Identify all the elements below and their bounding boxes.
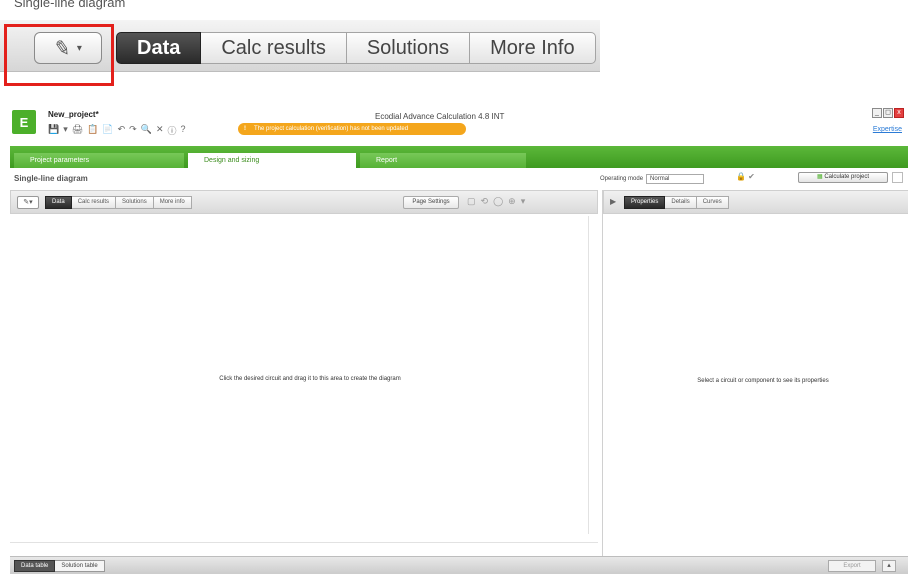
tab-calc-results-small[interactable]: Calc results	[71, 196, 117, 209]
properties-toolbar: ▶ Properties Details Curves	[603, 190, 908, 214]
calculate-project-button[interactable]: Calculate project	[798, 172, 888, 183]
tab-details[interactable]: Details	[665, 196, 697, 209]
diagram-toolbar: ✎▾ Data Calc results Solutions More info…	[10, 190, 598, 214]
restore-button[interactable]: ◻	[883, 108, 893, 118]
tab-report[interactable]: Report	[360, 153, 526, 168]
vertical-scrollbar[interactable]	[588, 216, 598, 534]
lock-icon[interactable]: 🔒 ✔	[736, 172, 755, 181]
bottom-bar: Data table Solution table Export ▴	[10, 556, 908, 574]
properties-content: Select a circuit or component to see its…	[603, 216, 908, 436]
tab-project-parameters[interactable]: Project parameters	[14, 153, 184, 168]
tab-curves[interactable]: Curves	[696, 196, 729, 209]
page-icon[interactable]: ▢	[467, 196, 476, 207]
properties-panel: ▶ Properties Details Curves Select a cir…	[602, 190, 908, 558]
app-window: E New_project* Ecodial Advance Calculati…	[10, 100, 908, 574]
tab-design-and-sizing[interactable]: Design and sizing	[188, 153, 356, 168]
tab-solutions[interactable]: Solutions	[346, 32, 471, 64]
save-dropdown-icon[interactable]: ▾	[63, 124, 68, 137]
main-tab-bar: Project parameters Design and sizing Rep…	[10, 146, 908, 168]
edit-mode-button-small[interactable]: ✎▾	[17, 196, 39, 209]
undo-icon[interactable]: ↶	[118, 124, 126, 137]
tab-properties[interactable]: Properties	[624, 196, 666, 209]
page-title: Single-line diagram	[14, 174, 88, 183]
save-icon[interactable]: 💾	[48, 124, 59, 137]
app-logo: E	[12, 110, 36, 134]
diagram-ribbon: Single-line diagram Operating mode Norma…	[10, 170, 908, 186]
diagram-hint: Click the desired circuit and drag it to…	[219, 376, 401, 382]
window-controls: _ ◻ x	[872, 108, 904, 118]
zoomed-toolbar: ✎ ▾ Data Calc results Solutions More Inf…	[0, 20, 600, 86]
properties-hint: Select a circuit or component to see its…	[697, 378, 829, 384]
diagram-canvas[interactable]: Click the desired circuit and drag it to…	[10, 216, 596, 542]
expertise-link[interactable]: Expertise	[873, 126, 902, 133]
diagram-panel: ✎▾ Data Calc results Solutions More info…	[10, 190, 598, 558]
zoomed-tab-group: Data Calc results Solutions More Info	[116, 32, 596, 64]
tab-data[interactable]: Data	[116, 32, 202, 64]
project-name: New_project*	[48, 110, 99, 119]
highlight-box	[4, 24, 114, 86]
minimize-button[interactable]: _	[872, 108, 882, 118]
operating-mode-label: Operating mode	[600, 176, 644, 182]
diagram-tabs: Data Calc results Solutions More info	[45, 196, 192, 209]
expand-arrow-icon[interactable]: ▶	[610, 197, 616, 206]
tab-solution-table[interactable]: Solution table	[55, 560, 105, 572]
app-title: Ecodial Advance Calculation 4.8 INT	[375, 112, 505, 121]
operating-mode-select[interactable]: Normal	[646, 174, 705, 184]
redo-icon[interactable]: ↷	[129, 124, 137, 137]
ribbon-option-button[interactable]	[892, 172, 903, 183]
paste-icon[interactable]: 📄	[102, 124, 113, 137]
tab-data-small[interactable]: Data	[45, 196, 72, 209]
collapse-icon[interactable]: ▴	[882, 560, 896, 572]
canvas-tools: ▢ ⟲ ◯ ⊕ ▾	[467, 196, 525, 207]
copy-icon[interactable]: 📋	[87, 124, 98, 137]
tab-solutions-small[interactable]: Solutions	[116, 196, 154, 209]
title-bar: E New_project* Ecodial Advance Calculati…	[10, 100, 908, 144]
close-button[interactable]: x	[894, 108, 904, 118]
rotate-icon[interactable]: ⟲	[481, 196, 489, 207]
zoom-dropdown-icon[interactable]: ▾	[521, 196, 526, 207]
quick-toolbar: 💾 ▾ 🖨 📋 📄 ↶ ↷ 🔍 ✕ ⓘ ?	[48, 124, 186, 137]
export-button[interactable]: Export	[828, 560, 876, 572]
tab-more-info[interactable]: More Info	[470, 32, 596, 64]
page-settings-button[interactable]: Page Settings	[403, 196, 459, 209]
info-icon[interactable]: ⓘ	[167, 124, 176, 137]
properties-tabs: Properties Details Curves	[624, 196, 729, 209]
tools-icon[interactable]: ✕	[156, 124, 164, 137]
zoom-icon[interactable]: ⊕	[508, 196, 516, 207]
calculation-warning-badge[interactable]: The project calculation (verification) h…	[238, 123, 466, 135]
tab-data-table[interactable]: Data table	[14, 560, 56, 572]
operating-mode: Operating mode Normal	[600, 174, 705, 184]
search-icon[interactable]: 🔍	[141, 124, 152, 137]
print-icon[interactable]: 🖨	[72, 124, 83, 137]
zoom-header-cut: Single-line diagram	[14, 0, 126, 10]
horizontal-scrollbar[interactable]	[10, 542, 598, 552]
bottom-tabs: Data table Solution table	[14, 560, 105, 572]
help-icon[interactable]: ?	[181, 124, 186, 137]
tab-calc-results[interactable]: Calc results	[201, 32, 347, 64]
pan-icon[interactable]: ◯	[493, 196, 503, 207]
tab-more-info-small[interactable]: More info	[153, 196, 192, 209]
